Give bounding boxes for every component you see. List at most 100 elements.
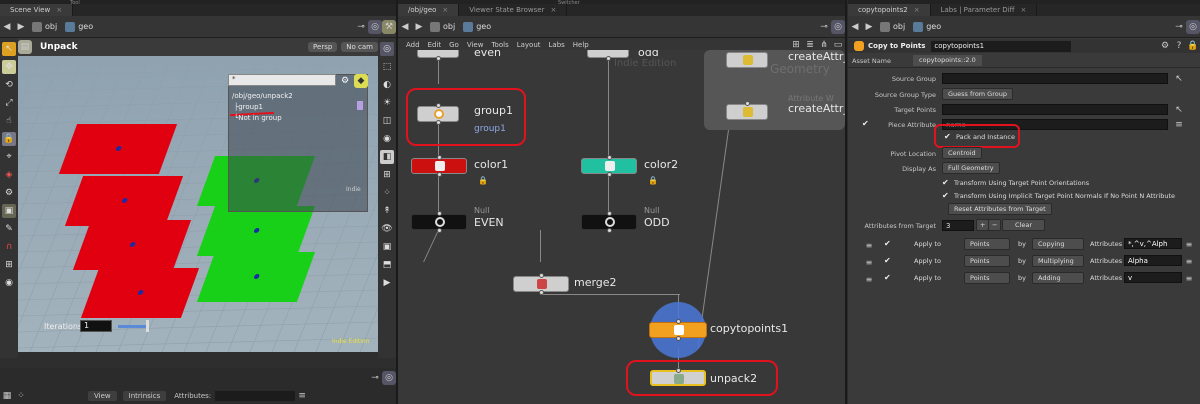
input-port[interactable] xyxy=(539,273,544,278)
pin-icon[interactable]: ⊸ xyxy=(368,371,382,385)
tab-viewer-state-browser[interactable]: Viewer State Browser × xyxy=(459,4,568,16)
breadcrumb-geo[interactable]: geo xyxy=(61,19,97,35)
node-color1[interactable] xyxy=(411,155,467,177)
close-icon[interactable]: × xyxy=(442,6,448,14)
output-port[interactable] xyxy=(437,228,442,233)
display-options-icon[interactable]: ◎ xyxy=(380,42,394,56)
apply-to-dropdown[interactable]: Points xyxy=(964,238,1010,250)
node-EVEN[interactable] xyxy=(411,211,467,233)
node-even[interactable] xyxy=(417,50,459,61)
menu-icon[interactable]: ≡ xyxy=(1182,237,1196,251)
rotate-tool-icon[interactable]: ⟲ xyxy=(2,78,16,92)
node-color2[interactable] xyxy=(581,155,637,177)
camera-dropdown[interactable]: Persp xyxy=(308,42,338,52)
node-copytopoints1[interactable] xyxy=(649,319,707,341)
menu-go[interactable]: Go xyxy=(449,41,459,49)
output-port[interactable] xyxy=(437,172,442,177)
points-icon[interactable]: ⁘ xyxy=(380,186,394,200)
tool-options-icon[interactable]: ⚙ xyxy=(2,186,16,200)
grid-icon[interactable]: ⊞ xyxy=(380,168,394,182)
menu-edit[interactable]: Edit xyxy=(428,41,442,49)
breadcrumb-obj[interactable]: obj xyxy=(28,19,61,35)
remove-multiparm-button[interactable]: − xyxy=(988,219,1002,231)
ghost-icon[interactable]: ◧ xyxy=(380,150,394,164)
node-ODD[interactable] xyxy=(581,211,637,233)
network-editor[interactable]: even odd Indie Edition Geometry createAt… xyxy=(398,50,845,404)
tab-copytopoints2[interactable]: copytopoints2 × xyxy=(848,4,931,16)
wireframe-icon[interactable]: ⬚ xyxy=(380,60,394,74)
viewport[interactable]: * ⚙ ◆ /obj/geo/unpack2 ├group1 └Not in g… xyxy=(18,56,378,352)
forward-arrow-icon[interactable]: ▶ xyxy=(412,20,426,34)
highlight-icon[interactable]: ◆ xyxy=(354,74,368,88)
pose-tool-icon[interactable]: ☝ xyxy=(2,114,16,128)
iterations-field[interactable]: 1 xyxy=(80,320,112,332)
menu-labs[interactable]: Labs xyxy=(549,41,565,49)
input-port[interactable] xyxy=(676,319,681,324)
iterations-slider[interactable] xyxy=(118,325,148,328)
menu-view[interactable]: View xyxy=(467,41,484,49)
pack-instance-checkbox[interactable]: ✔ xyxy=(944,133,952,141)
clear-button[interactable]: Clear xyxy=(1002,219,1045,231)
attributes-field[interactable]: Alpha xyxy=(1124,255,1182,266)
arrow-select-icon[interactable]: ↖ xyxy=(1172,72,1186,86)
menu-layout[interactable]: Layout xyxy=(517,41,541,49)
transform-normals-checkbox[interactable]: ✔ xyxy=(942,192,950,200)
lock-icon[interactable]: 🔒 xyxy=(2,132,16,146)
output-port[interactable] xyxy=(436,56,441,61)
output-port[interactable] xyxy=(607,172,612,177)
handle-icon[interactable]: ◈ xyxy=(2,168,16,182)
link-icon[interactable]: ◎ xyxy=(1186,19,1200,34)
output-port[interactable] xyxy=(539,290,544,295)
input-port[interactable] xyxy=(745,101,750,106)
tab-obj-geo[interactable]: /obj/geo × xyxy=(398,4,460,16)
pin-icon[interactable]: ⊸ xyxy=(1172,20,1186,34)
close-icon[interactable]: × xyxy=(550,6,556,14)
tools-icon[interactable]: ⚒ xyxy=(382,19,396,34)
link-icon[interactable]: ◎ xyxy=(368,19,382,34)
tab-scene-view[interactable]: Scene View × xyxy=(0,4,74,16)
slider-handle[interactable] xyxy=(146,320,149,332)
lock-icon[interactable]: 🔒 xyxy=(1186,39,1200,53)
node-name-field[interactable]: copytopoints1 xyxy=(931,40,1072,52)
flipbook-icon[interactable]: ▶ xyxy=(380,276,394,290)
tree-item-not-in-group[interactable]: └Not in group xyxy=(234,114,282,122)
menu-tools[interactable]: Tools xyxy=(491,41,508,49)
pin-icon[interactable]: ⊸ xyxy=(817,20,831,34)
back-arrow-icon[interactable]: ◀ xyxy=(0,20,14,34)
operation-dropdown[interactable]: Adding xyxy=(1032,272,1084,284)
selection-mode-icon[interactable]: ▣ xyxy=(2,204,16,218)
forward-arrow-icon[interactable]: ▶ xyxy=(14,20,28,34)
row-enable-checkbox[interactable]: ✔ xyxy=(884,257,892,265)
forward-arrow-icon[interactable]: ▶ xyxy=(862,20,876,34)
link-icon[interactable]: ◎ xyxy=(382,371,396,385)
magnet-icon[interactable]: ∩ xyxy=(2,240,16,254)
breadcrumb-obj[interactable]: obj xyxy=(426,19,459,35)
gear-icon[interactable]: ⚙ xyxy=(1158,39,1172,53)
row-enable-checkbox[interactable]: ✔ xyxy=(884,240,892,248)
snap-icon[interactable]: ⌖ xyxy=(2,150,16,164)
brush-icon[interactable]: ✎ xyxy=(2,222,16,236)
display-as-dropdown[interactable]: Full Geometry xyxy=(942,162,1000,174)
close-icon[interactable]: × xyxy=(1020,6,1026,14)
close-icon[interactable]: × xyxy=(914,6,920,14)
node-unpack2[interactable] xyxy=(650,368,706,386)
tree-root[interactable]: /obj/geo/unpack2 xyxy=(232,92,293,100)
reset-attributes-button[interactable]: Reset Attributes from Target xyxy=(948,203,1052,215)
link-icon[interactable]: ◎ xyxy=(831,19,845,34)
asset-name-dropdown[interactable]: copytopoints::2.0 xyxy=(913,55,982,66)
output-port[interactable] xyxy=(607,228,612,233)
arrow-select-icon[interactable]: ↖ xyxy=(1172,103,1186,117)
menu-help[interactable]: Help xyxy=(573,41,589,49)
geometry-icon[interactable]: ▦ xyxy=(0,389,14,403)
back-arrow-icon[interactable]: ◀ xyxy=(398,20,412,34)
menu-icon[interactable]: ≡ xyxy=(295,389,309,403)
view-dropdown[interactable]: View xyxy=(88,391,117,401)
camera-select-dropdown[interactable]: No cam xyxy=(341,42,378,52)
node-createattr-1[interactable] xyxy=(726,52,768,68)
output-port[interactable] xyxy=(606,56,611,61)
node-createattr-2[interactable] xyxy=(726,101,768,120)
tree-item-group1[interactable]: ├group1 xyxy=(234,103,263,111)
input-port[interactable] xyxy=(436,103,441,108)
tab-parameter-diff[interactable]: Labs | Parameter Diff × xyxy=(930,4,1038,16)
input-port[interactable] xyxy=(607,155,612,160)
